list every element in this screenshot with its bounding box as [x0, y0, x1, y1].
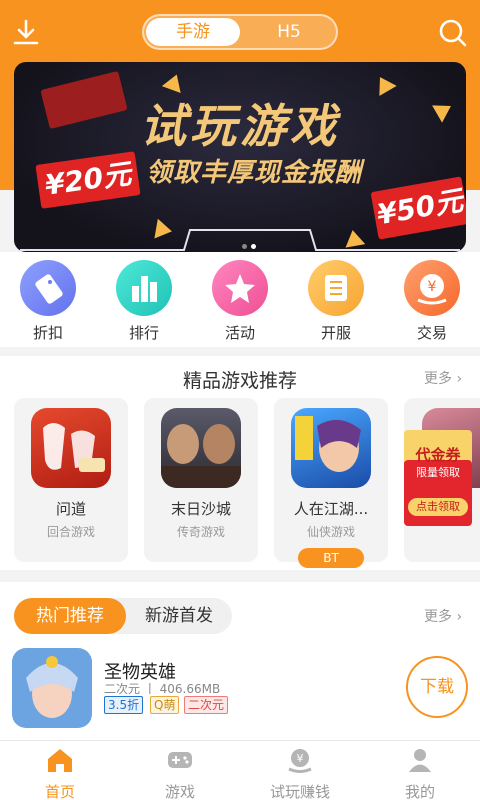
chevron-right-icon: › — [452, 371, 463, 387]
svg-text:¥: ¥ — [297, 752, 304, 765]
sale-tag-icon — [20, 260, 76, 316]
banner-subtitle: 领取丰厚现金报酬 — [146, 158, 363, 188]
nav-home[interactable]: 首页 — [0, 747, 120, 800]
bt-badge: BT — [298, 548, 364, 568]
tab-hot[interactable]: 热门推荐 — [14, 598, 126, 634]
discount-tag: 3.5折 — [104, 696, 144, 714]
coupon-title: 代金券 — [415, 446, 461, 464]
more-label: 更多 — [424, 371, 452, 387]
genre-tag: 二次元 — [184, 696, 229, 714]
quick-link-activity[interactable]: 活动 — [192, 260, 288, 343]
chevron-right-icon: › — [452, 609, 463, 625]
banner-title: 试玩游戏 — [140, 99, 340, 153]
user-icon — [409, 749, 431, 772]
star-icon — [212, 260, 268, 316]
nav-label: 首页 — [44, 783, 75, 800]
nav-label: 我的 — [404, 783, 435, 800]
download-icon[interactable] — [12, 18, 40, 48]
platform-switch: 手游 H5 — [142, 14, 338, 50]
quick-link-discount[interactable]: 折扣 — [0, 260, 96, 343]
quick-link-trade[interactable]: ¥ 交易 — [384, 260, 480, 343]
game-icon — [31, 408, 111, 488]
quick-link-server[interactable]: 开服 — [288, 260, 384, 343]
segment-mobile-games[interactable]: 手游 — [146, 18, 240, 46]
gamepad-icon — [168, 752, 192, 768]
search-icon[interactable] — [438, 18, 468, 48]
game-category: 仙侠游戏 — [306, 525, 355, 539]
game-icon[interactable] — [12, 648, 92, 728]
coupon-left: ¥20元 — [35, 151, 141, 209]
nav-label: 试玩赚钱 — [269, 783, 330, 800]
nav-label: 游戏 — [164, 783, 195, 800]
carousel-dots — [240, 234, 258, 252]
tab-new[interactable]: 新游首发 — [126, 598, 232, 634]
segment-h5[interactable]: H5 — [242, 18, 336, 46]
bottom-nav: 首页 游戏 ¥ 试玩赚钱 我的 — [0, 740, 480, 800]
yuan-coin-icon: ¥ — [404, 260, 460, 316]
more-link[interactable]: 更多 › — [424, 606, 462, 626]
quick-link-label: 活动 — [224, 324, 255, 342]
coupon-claim-button[interactable]: 点击领取 — [408, 498, 468, 516]
more-link[interactable]: 更多 › — [424, 368, 462, 388]
hot-section: 热门推荐 新游首发 更多 › 圣物英雄 二次元 丨 406.66MB 3.5折 … — [0, 582, 480, 740]
game-icon — [291, 408, 371, 488]
svg-text:¥: ¥ — [428, 279, 437, 295]
home-icon — [48, 749, 72, 772]
game-card[interactable]: 问道 回合游戏 — [14, 398, 128, 562]
game-meta: 二次元 丨 406.66MB — [104, 682, 221, 696]
game-name: 问道 — [55, 500, 86, 518]
nav-mine[interactable]: 我的 — [360, 747, 480, 800]
quick-links: 折扣 排行 活动 开服 ¥ 交易 — [0, 252, 480, 347]
promo-banner[interactable]: 试玩游戏 领取丰厚现金报酬 ¥20元 ¥50元 — [14, 62, 466, 252]
nav-games[interactable]: 游戏 — [120, 747, 240, 800]
style-tag: Q萌 — [150, 696, 180, 714]
game-card[interactable]: 人在江湖... 仙侠游戏 BT — [274, 398, 388, 568]
quick-link-label: 开服 — [320, 324, 351, 342]
section-title: 精品游戏推荐 — [182, 370, 297, 392]
ranking-bars-icon — [116, 260, 172, 316]
game-icon — [161, 408, 241, 488]
quick-link-label: 折扣 — [32, 324, 63, 342]
download-button[interactable]: 下载 — [406, 656, 468, 718]
earn-money-icon: ¥ — [288, 749, 312, 773]
game-name: 人在江湖... — [293, 500, 369, 518]
more-label: 更多 — [424, 609, 452, 625]
hot-tabs: 热门推荐 新游首发 — [14, 598, 232, 634]
game-category: 回合游戏 — [46, 525, 95, 539]
coupon-sub: 限量领取 — [416, 466, 460, 479]
server-icon — [308, 260, 364, 316]
game-card[interactable]: 末日沙城 传奇游戏 — [144, 398, 258, 562]
nav-earn[interactable]: ¥ 试玩赚钱 — [240, 747, 360, 800]
quick-link-ranking[interactable]: 排行 — [96, 260, 192, 343]
game-category: 传奇游戏 — [176, 525, 225, 539]
quick-link-label: 排行 — [128, 324, 159, 342]
game-name: 末日沙城 — [170, 500, 231, 518]
floating-coupon[interactable]: 代金券 限量领取 点击领取 — [404, 430, 472, 526]
quick-link-label: 交易 — [416, 324, 447, 342]
